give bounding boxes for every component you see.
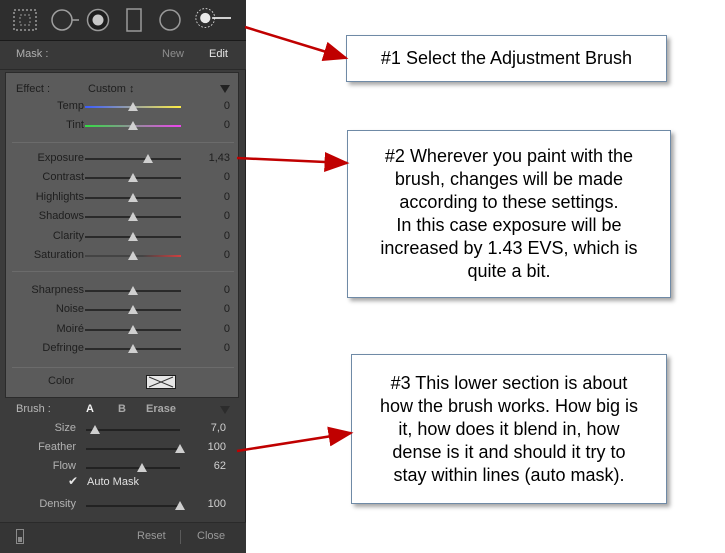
arrow-to-brush-section xyxy=(236,426,354,453)
arrow-to-exposure xyxy=(236,151,350,172)
annotation-arrows xyxy=(236,25,354,453)
arrow-to-brush-icon xyxy=(244,25,349,61)
